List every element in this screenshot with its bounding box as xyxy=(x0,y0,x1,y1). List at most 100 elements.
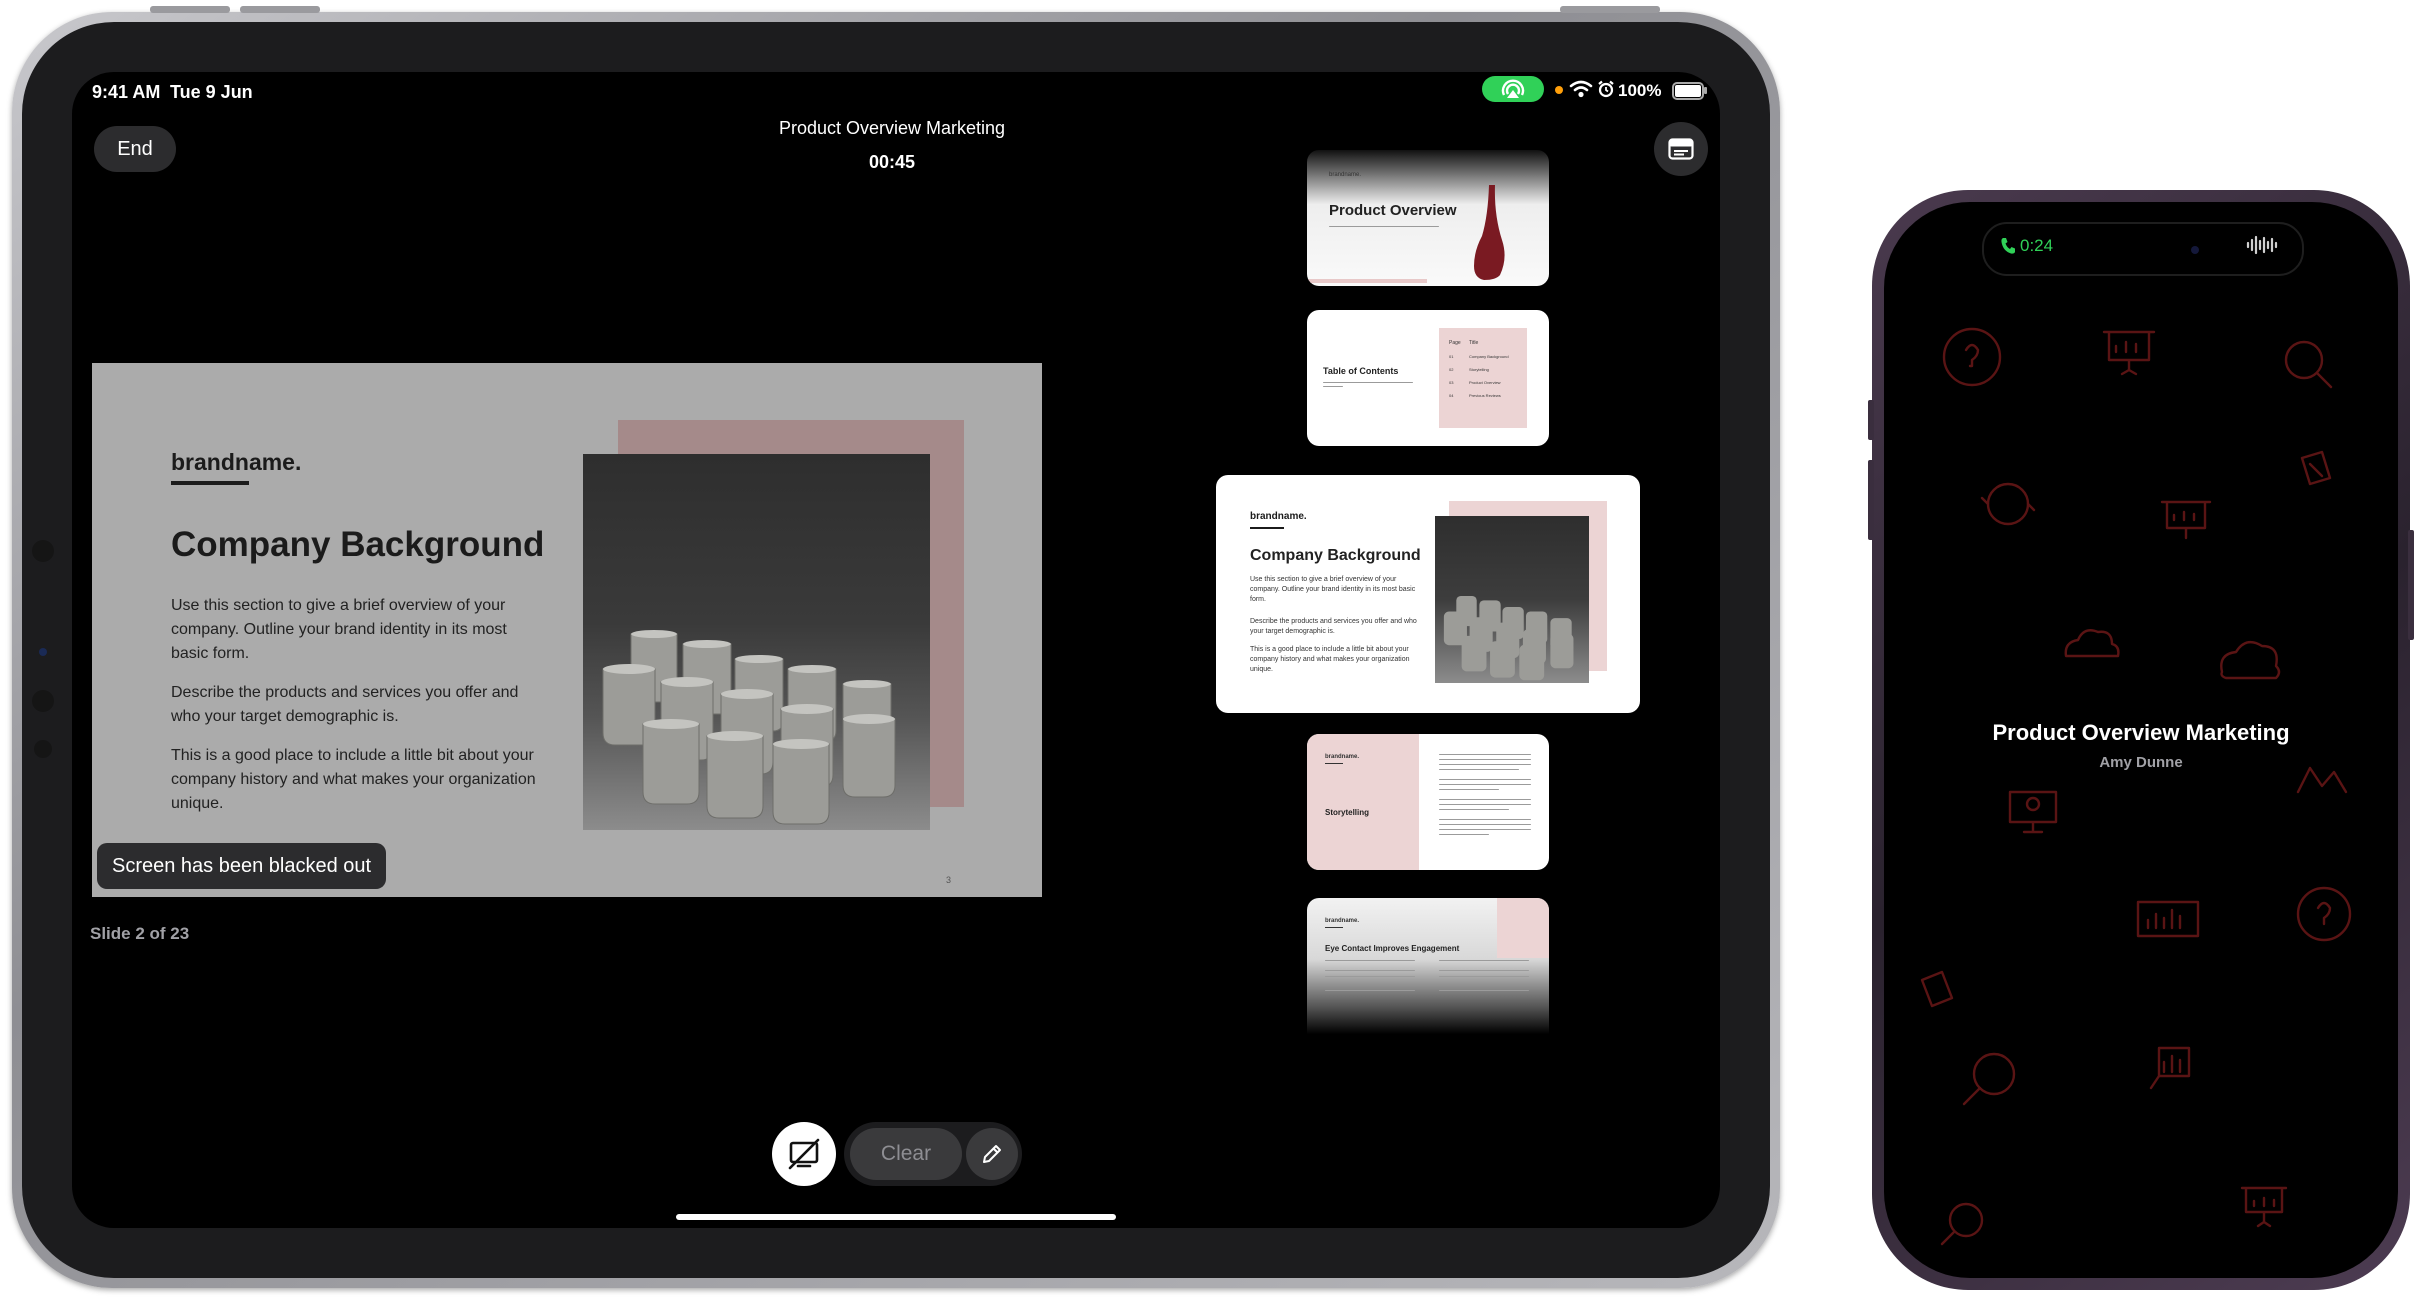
iphone-presentation-title: Product Overview Marketing xyxy=(1992,720,2290,745)
thumb-text-line xyxy=(1329,226,1439,227)
ipad-screen: 9:41 AM Tue 9 Jun 100% End Product Overv… xyxy=(72,72,1720,1228)
slide-thumbnail-5[interactable]: brandname. Eye Contact Improves Engageme… xyxy=(1307,898,1549,1034)
thumb-text-line xyxy=(1439,754,1531,755)
thumb-brand-underline xyxy=(1250,527,1284,529)
thumb-title: Storytelling xyxy=(1325,808,1370,817)
thumb-text-line xyxy=(1439,784,1531,785)
thumb-brand: brandname. xyxy=(1250,511,1307,522)
thumb-text-line xyxy=(1439,779,1531,780)
slide-thumbnail-4[interactable]: brandname. Storytelling xyxy=(1307,734,1549,870)
thumb-text-line xyxy=(1439,976,1529,977)
thumb-text-line xyxy=(1325,970,1415,971)
airplay-icon xyxy=(1501,79,1525,98)
blackout-toast: Screen has been blacked out xyxy=(97,843,387,889)
status-date: Tue 9 Jun xyxy=(170,82,253,102)
elapsed-timer: 00:45 xyxy=(868,152,916,172)
toc-row-num: 02 xyxy=(1449,367,1454,372)
pitchers-photo xyxy=(1443,595,1574,681)
slide-photo xyxy=(583,454,930,830)
toc-row-num: 03 xyxy=(1449,380,1454,385)
camera-dot xyxy=(32,690,54,712)
toc-row-item: Previous Reviews xyxy=(1469,393,1501,398)
home-indicator xyxy=(676,1214,1116,1220)
slide-title: Company Background xyxy=(171,525,545,564)
thumb-pink-panel xyxy=(1497,898,1549,958)
thumb-text-line xyxy=(1439,769,1519,770)
current-slide[interactable]: brandname. Company Background Use this s… xyxy=(92,363,1042,897)
thumb-brand: brandname. xyxy=(1325,918,1360,924)
toc-row-num: 04 xyxy=(1449,393,1454,398)
thumb-text-line xyxy=(1439,799,1531,800)
thumb-text-line xyxy=(1439,819,1531,820)
slide-page-number: 3 xyxy=(946,875,952,885)
thumb-photo xyxy=(1435,516,1589,683)
iphone-screen: 0:24 Product Overview Marketing Amy Dunn… xyxy=(1884,202,2398,1278)
presentation-title: Product Overview Marketing xyxy=(778,118,1006,138)
toc-row-item: Product Overview xyxy=(1469,380,1501,385)
screen-sharing-indicator[interactable] xyxy=(1482,76,1544,102)
presenter-notes-button[interactable] xyxy=(1654,122,1708,176)
camera-dot xyxy=(32,540,54,562)
iphone-presenter-name: Amy Dunne xyxy=(2099,754,2183,771)
thumb-pink-panel xyxy=(1307,734,1419,870)
mic-in-use-dot xyxy=(1555,86,1563,94)
thumb-text-line xyxy=(1439,809,1509,810)
pen-button[interactable] xyxy=(966,1128,1018,1180)
toc-row-item: Storytelling xyxy=(1469,367,1489,372)
pitchers-photo xyxy=(602,630,896,825)
slide-thumbnail-2[interactable]: Table of Contents Page Title 01 Company … xyxy=(1307,310,1549,446)
slide-brand-underline xyxy=(171,481,249,485)
thumb-text-line xyxy=(1325,990,1415,991)
vase-image xyxy=(1474,185,1505,280)
thumb-text-line xyxy=(1323,382,1413,383)
battery-tip xyxy=(1704,87,1707,94)
alarm-icon xyxy=(1598,80,1614,98)
slide-counter: Slide 2 of 23 xyxy=(90,924,190,943)
toc-row-num: 01 xyxy=(1449,354,1454,359)
thumb-paragraph: This is a good place to include a little… xyxy=(1250,646,1410,673)
thumb-text-line xyxy=(1325,976,1415,977)
slide-paragraph: This is a good place to include a little… xyxy=(171,747,536,812)
side-button xyxy=(2408,530,2414,640)
thumb-text-line xyxy=(1439,804,1531,805)
slide-paragraph: Use this section to give a brief overvie… xyxy=(171,597,507,662)
wifi-icon xyxy=(1569,80,1593,98)
thumb-brand-underline xyxy=(1325,763,1343,764)
thumb-text-line xyxy=(1439,789,1499,790)
thumb-title: Company Background xyxy=(1250,547,1421,564)
toc-col-title: Title xyxy=(1469,340,1479,346)
volume-down-button xyxy=(240,6,320,13)
thumb-paragraph: Describe the products and services you o… xyxy=(1250,618,1417,635)
camera-dot xyxy=(34,740,52,758)
blackout-toggle-button[interactable] xyxy=(772,1122,836,1186)
battery-percentage: 100% xyxy=(1618,81,1662,100)
thumb-text-line xyxy=(1439,960,1529,961)
thumb-text-line xyxy=(1323,386,1343,387)
end-button[interactable]: End xyxy=(94,126,176,172)
volume-up-button xyxy=(150,6,230,13)
thumb-text-line xyxy=(1439,824,1531,825)
notes-layout-icon xyxy=(1668,138,1694,160)
top-button xyxy=(1560,6,1660,13)
toc-row-item: Company Background xyxy=(1469,354,1509,359)
battery-icon xyxy=(1672,82,1704,100)
thumb-accent-bar xyxy=(1307,279,1427,283)
thumb-title: Product Overview xyxy=(1329,202,1457,219)
side-button xyxy=(1868,460,1874,540)
thumb-text-line xyxy=(1439,834,1489,835)
pencil-icon xyxy=(983,1145,1001,1163)
thumb-toc-panel: Page Title 01 Company Background 02 Stor… xyxy=(1439,328,1527,428)
clear-button[interactable]: Clear xyxy=(850,1128,962,1180)
slide-thumbnail-3-selected[interactable]: brandname. Company Background Use this s… xyxy=(1216,475,1640,713)
thumb-text-line xyxy=(1439,764,1531,765)
thumb-title: Eye Contact Improves Engagement xyxy=(1325,944,1460,953)
status-time: 9:41 AM xyxy=(92,82,161,102)
thumb-brand: brandname. xyxy=(1325,754,1360,760)
thumb-text-line xyxy=(1439,990,1529,991)
thumb-text-line xyxy=(1439,759,1531,760)
slide-thumbnail-1[interactable]: brandname. Product Overview xyxy=(1307,150,1549,286)
side-button xyxy=(1868,400,1874,440)
thumb-brand-underline xyxy=(1325,927,1343,928)
slide-brand: brandname. xyxy=(171,449,302,475)
camera-lens xyxy=(39,648,47,656)
